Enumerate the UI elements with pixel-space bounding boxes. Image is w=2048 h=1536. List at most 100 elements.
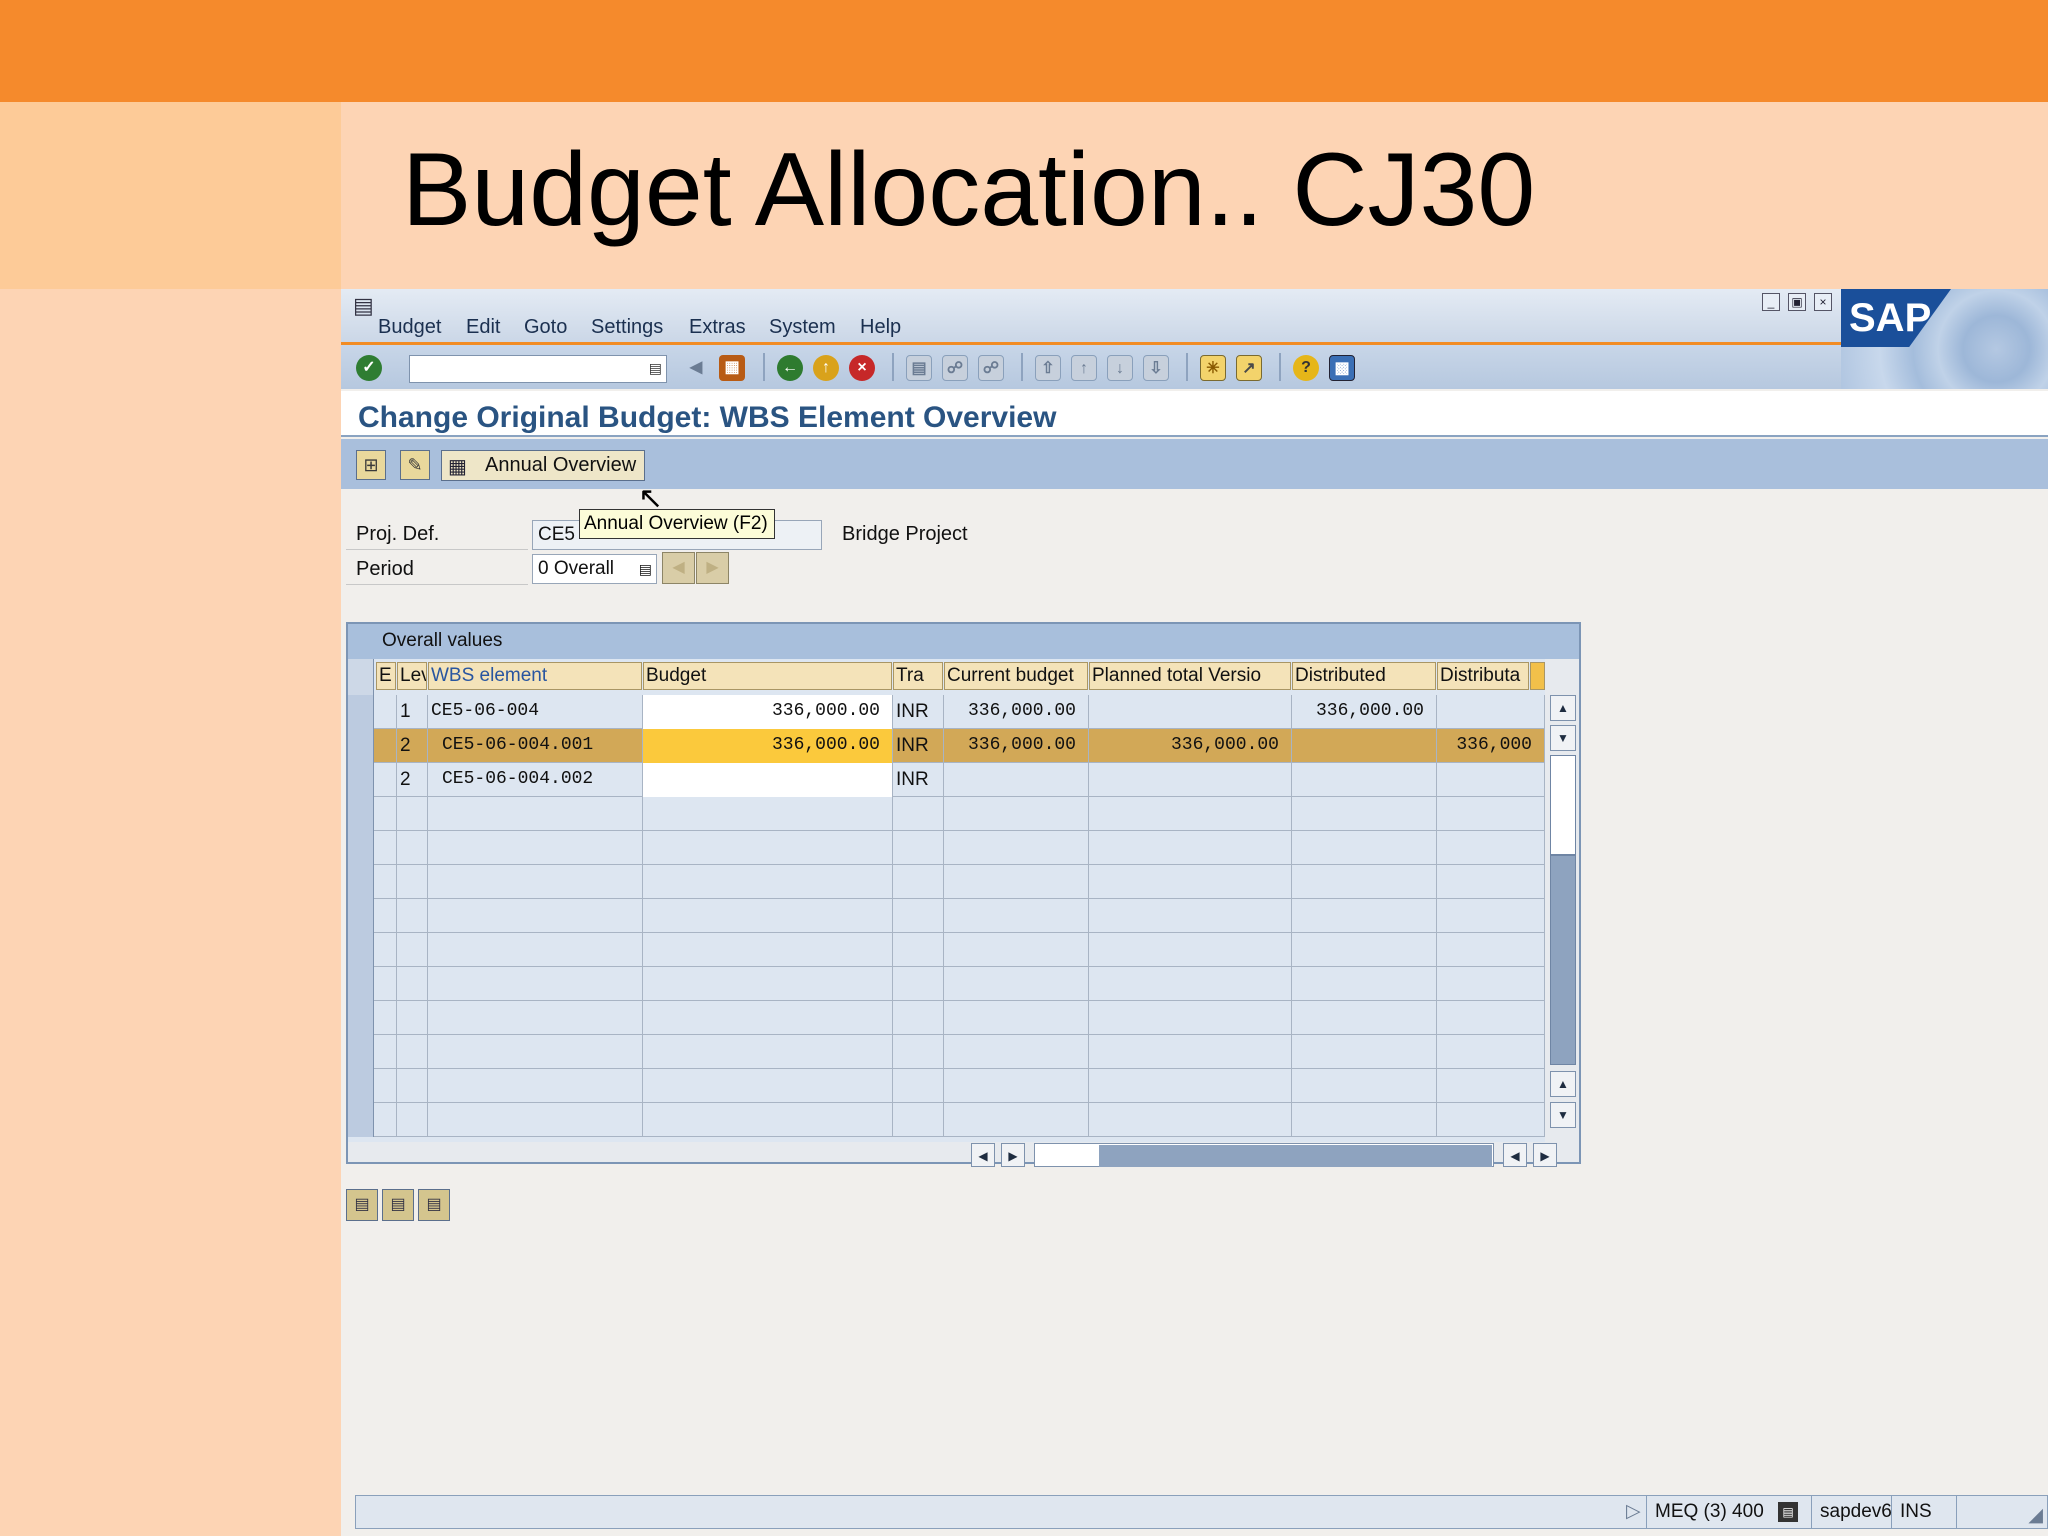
row-selector[interactable] — [348, 933, 374, 967]
menu-settings[interactable]: Settings — [591, 316, 663, 339]
table-row[interactable] — [348, 1001, 1545, 1035]
scroll-up-icon[interactable]: ▲ — [1550, 695, 1576, 721]
system-info-icon[interactable]: ▤ — [1778, 1502, 1798, 1522]
menu-extras[interactable]: Extras — [689, 316, 746, 339]
col-header-current-budget[interactable]: Current budget — [944, 662, 1088, 690]
table-row[interactable] — [348, 865, 1545, 899]
find-icon[interactable]: ☍ — [942, 355, 968, 381]
period-dropdown-icon[interactable]: ▤ — [639, 555, 652, 583]
close-window-icon[interactable]: × — [1814, 293, 1832, 311]
col-header-e[interactable]: E — [376, 662, 396, 690]
table-row[interactable]: 1 CE5-06-004 336,000.00 INR 336,000.00 336,00… — [348, 695, 1545, 729]
minimize-icon[interactable]: _ — [1762, 293, 1780, 311]
column-settings-icon[interactable] — [1530, 662, 1545, 690]
first-page-icon[interactable]: ⇧ — [1035, 355, 1061, 381]
scroll-first-column-icon[interactable]: ◀ — [1503, 1143, 1527, 1167]
table-row[interactable] — [348, 797, 1545, 831]
previous-page-icon[interactable]: ↑ — [1071, 355, 1097, 381]
print-icon[interactable]: ▤ — [906, 355, 932, 381]
table-row[interactable] — [348, 967, 1545, 1001]
table-row[interactable]: 2 CE5-06-004.001 336,000.00 INR 336,000.00 33… — [348, 729, 1545, 763]
cell-budget[interactable]: 336,000.00 — [643, 695, 893, 729]
status-expand-icon[interactable]: ▷ — [1626, 1496, 1641, 1528]
menu-edit[interactable]: Edit — [466, 316, 500, 339]
menu-help[interactable]: Help — [860, 316, 901, 339]
row-selector[interactable] — [348, 899, 374, 933]
layout-menu-icon[interactable]: ▩ — [1329, 355, 1355, 381]
shortcut-icon[interactable]: ↗ — [1236, 355, 1262, 381]
cell-current-budget — [944, 797, 1089, 831]
menu-goto[interactable]: Goto — [524, 316, 567, 339]
menu-budget[interactable]: Budget — [378, 316, 441, 339]
period-select[interactable]: 0 Overall ▤ — [532, 554, 657, 584]
horizontal-thumb[interactable] — [1099, 1145, 1492, 1167]
row-selector[interactable] — [348, 1035, 374, 1069]
table-row[interactable] — [348, 933, 1545, 967]
annual-overview-button[interactable]: ▦ Annual Overview — [441, 450, 645, 481]
select-all-cell[interactable] — [348, 659, 374, 695]
scroll-track-upper[interactable] — [1550, 755, 1576, 855]
delete-row-icon[interactable]: ▤ — [418, 1189, 450, 1221]
scroll-page-up-icon[interactable]: ▲ — [1550, 1071, 1576, 1097]
vertical-scrollbar[interactable]: ▲ ▼ ▲ ▼ — [1547, 659, 1579, 1142]
row-selector[interactable] — [348, 763, 374, 797]
col-header-planned-total[interactable]: Planned total Versio — [1089, 662, 1291, 690]
row-selector[interactable] — [348, 831, 374, 865]
row-selector[interactable] — [348, 967, 374, 1001]
col-header-distributed[interactable]: Distributed — [1292, 662, 1436, 690]
horizontal-track[interactable] — [1034, 1143, 1494, 1167]
table-row[interactable] — [348, 1103, 1545, 1137]
system-menu-icon[interactable]: ▤ — [353, 293, 374, 319]
scroll-down-icon[interactable]: ▼ — [1550, 725, 1576, 751]
table-row[interactable] — [348, 1069, 1545, 1103]
cell-distributed — [1292, 797, 1437, 831]
scroll-last-column-icon[interactable]: ▶ — [1533, 1143, 1557, 1167]
cancel-icon[interactable]: × — [849, 355, 875, 381]
insert-row-icon[interactable]: ▤ — [346, 1189, 378, 1221]
row-selector[interactable] — [348, 865, 374, 899]
find-next-icon[interactable]: ☍ — [978, 355, 1004, 381]
hierarchy-icon[interactable]: ⊞ — [356, 450, 386, 480]
previous-period-icon[interactable]: ◀ — [662, 552, 695, 584]
row-selector[interactable] — [348, 1103, 374, 1137]
row-selector[interactable] — [348, 695, 374, 729]
row-selector[interactable] — [348, 1001, 374, 1035]
menu-system[interactable]: System — [769, 316, 836, 339]
scroll-right-icon[interactable]: ▶ — [1001, 1143, 1025, 1167]
scroll-thumb[interactable] — [1550, 855, 1576, 1065]
row-selector[interactable] — [348, 729, 374, 763]
row-selector[interactable] — [348, 1069, 374, 1103]
restore-icon[interactable]: ▣ — [1788, 293, 1806, 311]
col-header-lev[interactable]: Lev — [397, 662, 427, 690]
edit-pencil-icon[interactable]: ✎ — [400, 450, 430, 480]
help-icon[interactable]: ? — [1293, 355, 1319, 381]
col-header-tra[interactable]: Tra — [893, 662, 943, 690]
table-row[interactable] — [348, 1035, 1545, 1069]
row-selector[interactable] — [348, 797, 374, 831]
table-row[interactable] — [348, 899, 1545, 933]
back-small-icon[interactable]: ◀ — [683, 355, 709, 381]
col-header-distributable[interactable]: Distributa — [1437, 662, 1529, 690]
table-row[interactable] — [348, 831, 1545, 865]
scroll-left-icon[interactable]: ◀ — [971, 1143, 995, 1167]
resize-grip-icon[interactable]: ◢ — [2028, 1504, 2043, 1527]
back-icon[interactable]: ← — [777, 355, 803, 381]
last-page-icon[interactable]: ⇩ — [1143, 355, 1169, 381]
cell-budget[interactable] — [643, 763, 893, 797]
details-icon[interactable]: ▤ — [382, 1189, 414, 1221]
col-header-budget[interactable]: Budget — [643, 662, 892, 690]
exit-icon[interactable]: ↑ — [813, 355, 839, 381]
next-page-icon[interactable]: ↓ — [1107, 355, 1133, 381]
cell-currency — [893, 1035, 944, 1069]
create-session-icon[interactable]: ✳ — [1200, 355, 1226, 381]
scroll-page-down-icon[interactable]: ▼ — [1550, 1102, 1576, 1128]
save-icon[interactable]: ▦ — [719, 355, 745, 381]
command-history-icon[interactable]: ▤ — [649, 360, 662, 377]
horizontal-scrollbar[interactable]: ◀ ▶ ◀ ▶ — [971, 1143, 1561, 1167]
col-header-wbs-element[interactable]: WBS element — [428, 662, 642, 690]
table-row[interactable]: 2 CE5-06-004.002 INR — [348, 763, 1545, 797]
enter-check-icon[interactable]: ✓ — [356, 355, 382, 381]
command-field[interactable]: ▤ — [409, 355, 667, 383]
cell-budget[interactable]: 336,000.00 — [643, 729, 893, 763]
next-period-icon[interactable]: ▶ — [696, 552, 729, 584]
